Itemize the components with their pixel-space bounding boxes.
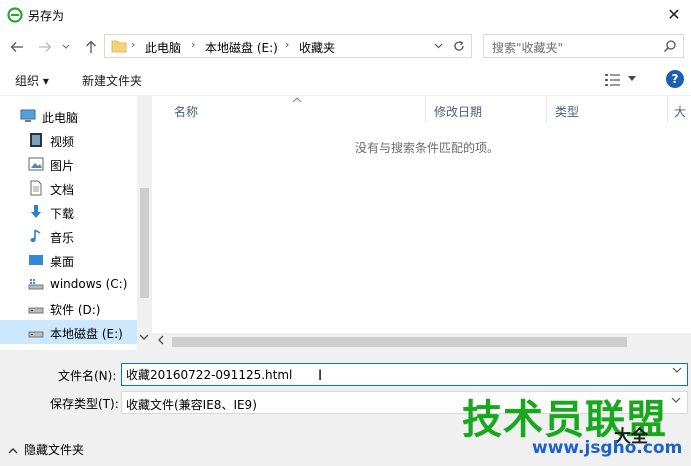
recent-locations-chevron-icon[interactable] [60, 38, 72, 56]
sidebar-item-drive-c[interactable]: windows (C:) [0, 272, 137, 296]
computer-icon [20, 109, 36, 122]
organize-menu-button[interactable]: 组织 ▾ [15, 72, 49, 89]
sidebar-scroll-thumb[interactable] [140, 188, 149, 298]
file-list: 名称 修改日期 类型 大 没有与搜索条件匹配的项。 [152, 96, 691, 350]
search-placeholder: 搜索"收藏夹" [492, 41, 564, 55]
watermark-url: www.jsgho.com [532, 438, 683, 458]
forward-arrow-icon[interactable] [36, 38, 54, 56]
address-bar[interactable]: › 此电脑 › 本地磁盘 (E:) › 收藏夹 [104, 34, 472, 58]
view-dropdown-icon[interactable] [628, 76, 636, 82]
view-options-icon[interactable] [604, 73, 622, 87]
column-header-type[interactable]: 类型 [547, 96, 667, 122]
scroll-left-chevron-icon[interactable] [157, 335, 164, 348]
sidebar-item-label: 此电脑 [42, 111, 79, 125]
sidebar-item-drive-e[interactable]: 本地磁盘 (E:) [0, 320, 137, 344]
breadcrumb-drive-e[interactable]: 本地磁盘 (E:) [205, 39, 278, 56]
search-icon [663, 40, 676, 53]
sidebar-item-label: 桌面 [50, 255, 75, 269]
ie-app-icon [7, 7, 23, 23]
chevron-up-icon [8, 448, 18, 454]
download-icon [31, 205, 41, 218]
sidebar-item-label: windows (C:) [50, 277, 128, 291]
close-button[interactable]: ✕ [657, 0, 691, 28]
search-input[interactable]: 搜索"收藏夹" [483, 34, 684, 58]
window-title: 另存为 [28, 9, 65, 23]
sidebar-item-label: 音乐 [50, 231, 75, 245]
column-header-size[interactable]: 大 [668, 96, 691, 122]
breadcrumb-this-pc[interactable]: 此电脑 [145, 39, 181, 56]
sort-ascending-icon [292, 95, 302, 106]
sidebar-item-label: 本地磁盘 (E:) [50, 327, 123, 341]
sidebar-item-label: 文档 [50, 183, 75, 197]
title-bar: 另存为 ✕ [0, 0, 691, 30]
document-icon [30, 180, 42, 196]
drive-icon [28, 331, 44, 338]
column-header-modified[interactable]: 修改日期 [426, 96, 546, 122]
filename-dropdown-chevron-icon[interactable] [672, 367, 682, 373]
column-header-name[interactable]: 名称 [152, 96, 425, 122]
picture-icon [28, 157, 44, 171]
filetype-label: 保存类型(T): [50, 397, 119, 411]
column-header-label: 修改日期 [434, 105, 483, 119]
help-icon[interactable]: ? [666, 70, 684, 88]
back-arrow-icon[interactable] [8, 38, 26, 56]
sidebar-item-downloads[interactable]: 下载 [0, 200, 137, 224]
sidebar-item-videos[interactable]: 视频 [0, 128, 137, 152]
sidebar-item-desktop[interactable]: 桌面 [0, 248, 137, 272]
breadcrumb-separator-icon: › [191, 38, 196, 51]
folder-icon [111, 40, 127, 53]
sidebar-item-pictures[interactable]: 图片 [0, 152, 137, 176]
video-icon [30, 133, 42, 147]
sidebar-item-music[interactable]: 音乐 [0, 224, 137, 248]
sidebar-item-label: 下载 [50, 207, 75, 221]
filename-label: 文件名(N): [58, 369, 117, 383]
scroll-down-chevron-icon[interactable] [139, 334, 149, 344]
sidebar-item-drive-d[interactable]: 软件 (D:) [0, 296, 137, 320]
breadcrumb-separator-icon: › [285, 38, 290, 51]
command-toolbar: 组织 ▾ 新建文件夹 ? [0, 64, 691, 96]
filename-input[interactable] [121, 363, 688, 386]
address-dropdown-chevron-icon[interactable] [431, 38, 445, 54]
hide-folders-label: 隐藏文件夹 [24, 443, 85, 457]
breadcrumb-favorites[interactable]: 收藏夹 [299, 39, 335, 56]
hide-folders-toggle[interactable]: 隐藏文件夹 [8, 441, 84, 458]
new-folder-button[interactable]: 新建文件夹 [82, 72, 142, 89]
desktop-icon [29, 255, 43, 265]
sidebar-item-label: 软件 (D:) [50, 303, 101, 317]
breadcrumb-separator-icon: › [131, 38, 136, 51]
column-header-label: 名称 [174, 105, 199, 119]
column-header-label: 类型 [555, 105, 580, 119]
filetype-selected-value: 收藏文件(兼容IE8、IE9) [126, 398, 257, 412]
windows-drive-icon [28, 279, 44, 290]
watermark-logo: 技术员联盟 大全 www.jsgho.com [462, 398, 691, 466]
music-icon [30, 229, 41, 242]
sidebar-item-documents[interactable]: 文档 [0, 176, 137, 200]
drive-icon [28, 307, 44, 314]
empty-folder-message: 没有与搜索条件匹配的项。 [355, 141, 500, 155]
text-cursor-icon: I [318, 368, 323, 384]
navigation-pane: 此电脑 视频 图片 文档 下载 音乐 桌面 windows (C:) 软件 (D… [0, 96, 152, 350]
column-header-label: 大 [674, 105, 687, 119]
horizontal-scrollbar[interactable] [152, 333, 691, 350]
sidebar-item-label: 视频 [50, 135, 75, 149]
refresh-icon[interactable] [450, 38, 468, 54]
horizontal-scroll-thumb[interactable] [172, 337, 627, 347]
sidebar-item-label: 图片 [50, 159, 75, 173]
up-arrow-icon[interactable] [82, 38, 100, 56]
sidebar-item-this-pc[interactable]: 此电脑 [0, 104, 137, 128]
sidebar-scrollbar[interactable] [137, 96, 152, 350]
